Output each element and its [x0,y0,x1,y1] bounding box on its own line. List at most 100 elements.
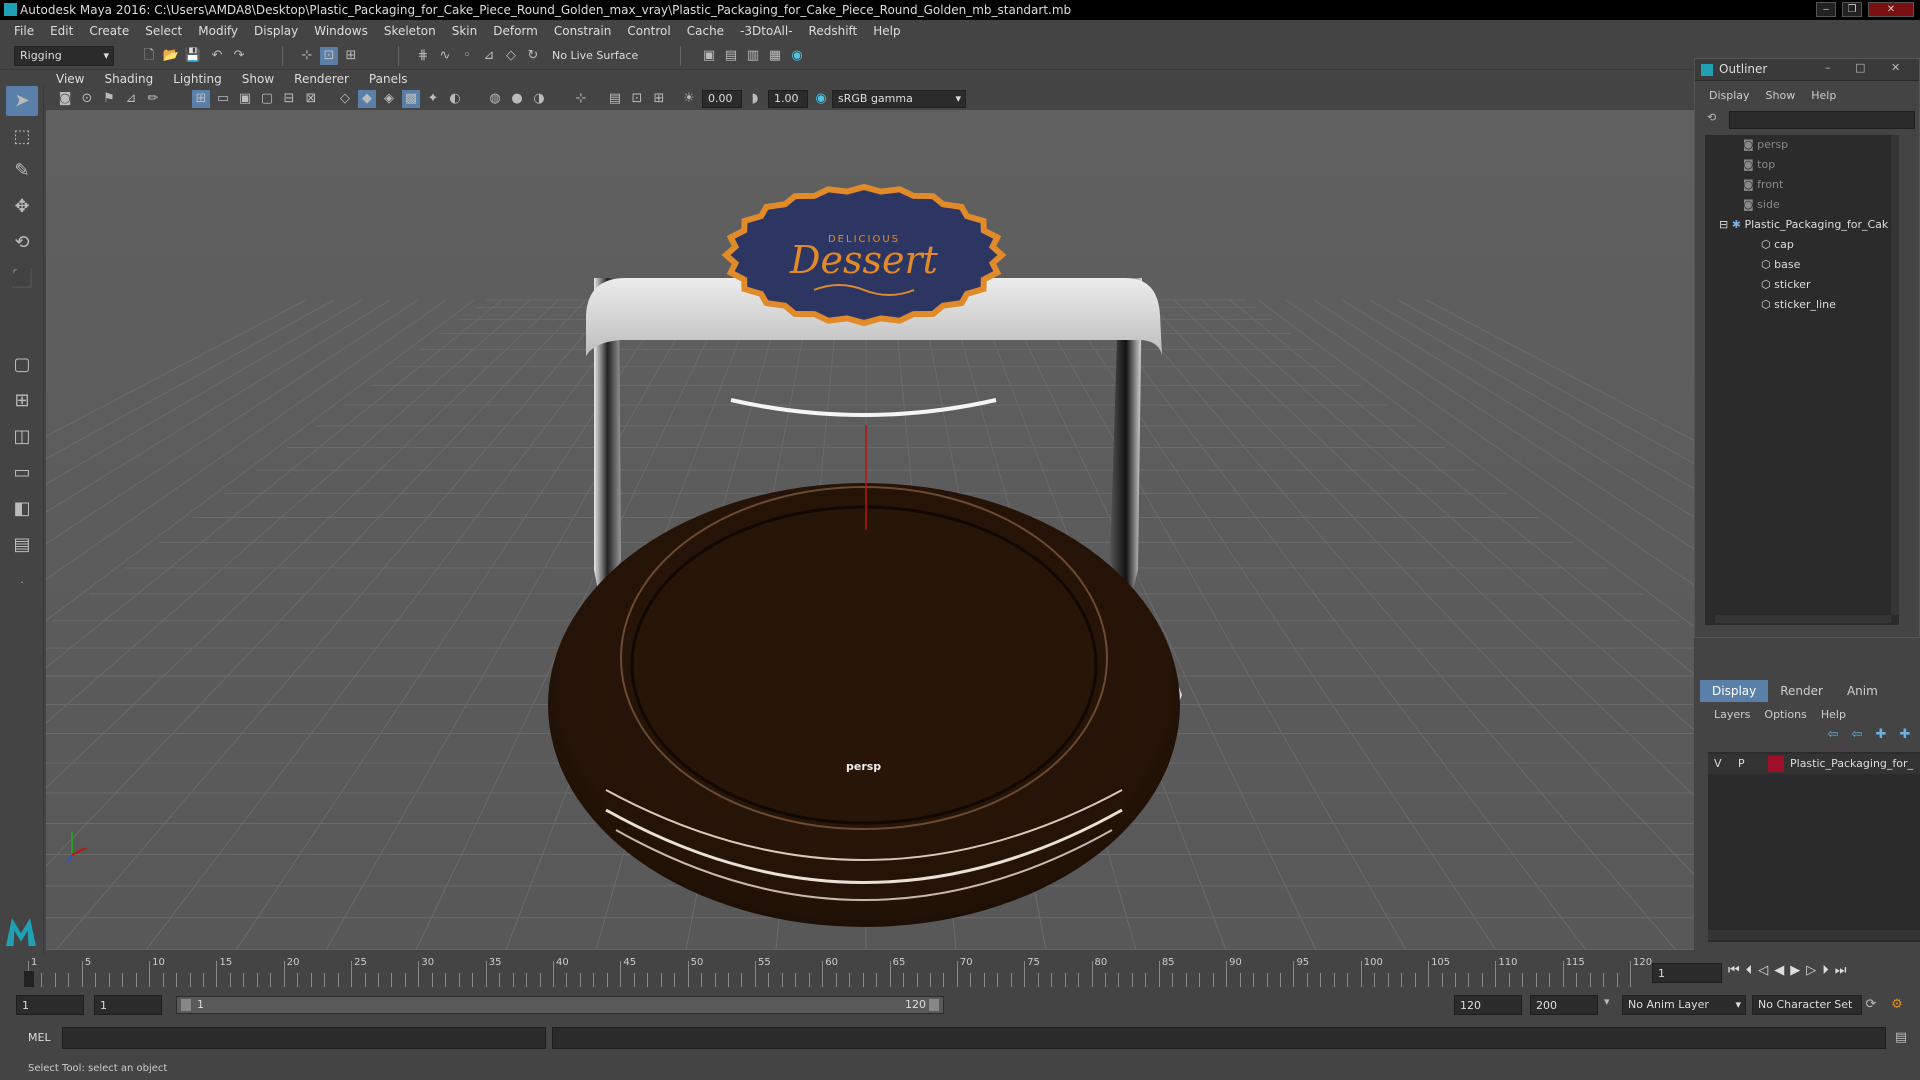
safe-action-icon[interactable]: ⊠ [302,90,320,108]
outliner-menu-show[interactable]: Show [1766,89,1796,102]
render-view-icon[interactable]: ◉ [788,47,806,65]
viewport-menu-panels[interactable]: Panels [359,72,418,86]
viewport-persp[interactable]: DELICIOUS Dessert persp [46,110,1694,950]
character-set-dropdown[interactable]: No Character Set [1752,995,1862,1015]
resolution-gate-icon[interactable]: ▣ [236,90,254,108]
new-layer-selected-icon[interactable]: ✚ [1896,726,1914,744]
outliner-item-cap[interactable]: ⬡ cap [1761,235,1794,255]
layer-h-scrollbar[interactable] [1708,930,1920,940]
menu-display[interactable]: Display [246,24,306,38]
layer-row[interactable]: V P Plastic_Packaging_for_ [1708,754,1920,774]
range-slider[interactable]: 1 120 [176,996,944,1014]
step-forward-frame-icon[interactable]: ▷ [1806,963,1816,978]
snap-grid-icon[interactable]: ⋕ [414,47,432,65]
single-view-icon[interactable]: ▢ [6,350,38,380]
menu-deform[interactable]: Deform [485,24,546,38]
menu-constrain[interactable]: Constrain [546,24,620,38]
menu-create[interactable]: Create [81,24,137,38]
color-management-icon[interactable]: ◉ [812,90,830,108]
save-scene-icon[interactable]: 💾 [184,47,202,65]
open-scene-icon[interactable]: 📂 [162,47,180,65]
minimize-icon[interactable]: ‒ [1816,2,1836,17]
grid-icon[interactable]: ⊞ [192,90,210,108]
snap-point-icon[interactable]: ◦ [458,47,476,65]
go-to-start-icon[interactable]: ⏮ [1728,963,1740,978]
outliner-item-top[interactable]: ◙ top [1743,155,1775,175]
menu-modify[interactable]: Modify [190,24,246,38]
camera-icon[interactable]: ◙ [56,90,74,108]
script-editor-icon[interactable]: ▤ [1892,1029,1910,1047]
four-view-icon[interactable]: ⊞ [6,386,38,416]
layer-visibility-toggle[interactable]: V [1714,757,1722,770]
two-view-icon[interactable]: ◫ [6,422,38,452]
shadows-icon[interactable]: ◐ [446,90,464,108]
outliner-h-scrollbar[interactable] [1715,615,1891,623]
close-icon[interactable]: ✕ [1891,61,1900,74]
scene-canvas[interactable]: DELICIOUS Dessert [46,110,1694,950]
isolate-icon[interactable]: ⊹ [572,90,590,108]
textured-icon[interactable]: ▩ [402,90,420,108]
viewport-menu-shading[interactable]: Shading [94,72,163,86]
layer-menu-layers[interactable]: Layers [1714,708,1750,721]
color-space-dropdown[interactable]: sRGB gamma ▾ [832,90,966,108]
outliner-item-persp[interactable]: ◙ persp [1743,135,1788,155]
command-input[interactable] [62,1027,546,1049]
chevron-down-icon[interactable]: ▾ [1604,995,1618,1008]
scale-tool-icon[interactable]: ⬛ [6,264,38,294]
outliner-item-front[interactable]: ◙ front [1743,175,1783,195]
menu-file[interactable]: File [6,24,42,38]
render-settings-icon[interactable]: ▥ [744,47,762,65]
preferences-icon[interactable]: ⚙ [1888,996,1906,1014]
viewport-menu-renderer[interactable]: Renderer [284,72,359,86]
outliner-item-group[interactable]: ⊟ ✱ Plastic_Packaging_for_Cak [1719,215,1888,235]
menu-3dtoall[interactable]: -3DtoAll- [732,24,800,38]
viewport-menu-view[interactable]: View [46,72,94,86]
menu-windows[interactable]: Windows [306,24,376,38]
layer-name[interactable]: Plastic_Packaging_for_ [1790,757,1913,770]
layer-color-swatch[interactable] [1768,756,1784,772]
range-handle-start[interactable] [181,999,191,1011]
minimize-icon[interactable]: – [1825,61,1831,74]
snap-live-icon[interactable]: ↻ [524,47,542,65]
select-tool-icon[interactable]: ➤ [6,86,38,116]
field-chart-icon[interactable]: ⊟ [280,90,298,108]
layout-icon[interactable]: ▤ [6,530,38,560]
tab-display[interactable]: Display [1700,680,1769,702]
live-surface-label[interactable]: No Live Surface [552,46,638,66]
frame-all-icon[interactable]: ⊡ [628,90,646,108]
select-hierarchy-icon[interactable]: ⊹ [298,47,316,65]
current-frame-field[interactable]: 1 [1652,963,1722,983]
start-frame-field[interactable]: 1 [16,995,84,1015]
play-backward-icon[interactable]: ◀ [1774,963,1784,978]
outliner-menu-help[interactable]: Help [1811,89,1836,102]
anim-layer-dropdown[interactable]: No Anim Layer ▾ [1622,995,1746,1015]
outliner-item-base[interactable]: ⬡ base [1761,255,1800,275]
maximize-icon[interactable]: □ [1855,61,1865,74]
step-back-frame-icon[interactable]: ◁ [1758,963,1768,978]
range-handle-end[interactable] [929,999,939,1011]
collapse-icon[interactable]: ⊟ [1719,218,1728,231]
menu-cache[interactable]: Cache [679,24,732,38]
outliner-menu-display[interactable]: Display [1709,89,1750,102]
render-current-icon[interactable]: ▣ [700,47,718,65]
hud-icon[interactable]: ▤ [606,90,624,108]
mode-dropdown[interactable]: Rigging ▾ [14,46,114,66]
outliner-search-field[interactable] [1729,111,1915,129]
select-component-icon[interactable]: ⊞ [342,47,360,65]
new-layer-icon[interactable]: ✚ [1872,726,1890,744]
gamma-icon[interactable]: ◗ [746,90,764,108]
frame-selected-icon[interactable]: ⊞ [650,90,668,108]
snap-surface-icon[interactable]: ◇ [502,47,520,65]
more-tools-icon[interactable]: · [6,568,38,598]
outliner-item-sticker-line[interactable]: ⬡ sticker_line [1761,295,1836,315]
persp-outliner-icon[interactable]: ▭ [6,458,38,488]
end-frame-field[interactable]: 200 [1530,995,1598,1015]
film-gate-icon[interactable]: ▭ [214,90,232,108]
persp-graph-icon[interactable]: ◧ [6,494,38,524]
layer-menu-help[interactable]: Help [1821,708,1846,721]
lasso-tool-icon[interactable]: ⬚ [6,122,38,152]
paint-select-icon[interactable]: ✎ [6,156,38,186]
viewport-menu-lighting[interactable]: Lighting [163,72,232,86]
smooth-shade-icon[interactable]: ◆ [358,90,376,108]
playback-end-field[interactable]: 120 [1454,995,1522,1015]
